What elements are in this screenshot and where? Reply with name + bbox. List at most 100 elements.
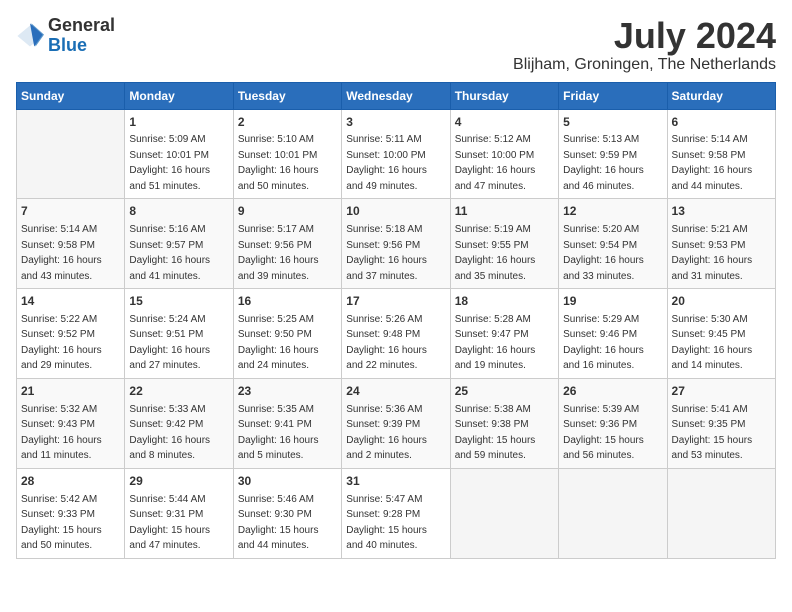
day-cell: 21Sunrise: 5:32 AMSunset: 9:43 PMDayligh… [17, 378, 125, 468]
logo-blue: Blue [48, 35, 87, 55]
logo-general: General [48, 15, 115, 35]
day-info: Sunrise: 5:44 AMSunset: 9:31 PMDaylight:… [129, 494, 210, 552]
week-row-3: 14Sunrise: 5:22 AMSunset: 9:52 PMDayligh… [17, 289, 776, 379]
day-info: Sunrise: 5:46 AMSunset: 9:30 PMDaylight:… [238, 494, 319, 552]
day-number: 3 [346, 114, 445, 131]
day-info: Sunrise: 5:19 AMSunset: 9:55 PMDaylight:… [455, 224, 536, 282]
day-cell: 3 Sunrise: 5:11 AMSunset: 10:00 PMDayligh… [342, 109, 450, 199]
day-cell: 29 Sunrise: 5:44 AMSunset: 9:31 PMDayligh… [125, 468, 233, 558]
day-info: Sunrise: 5:21 AMSunset: 9:53 PMDaylight:… [672, 224, 753, 282]
day-number: 23 [238, 383, 337, 400]
day-cell: 27 Sunrise: 5:41 AMSunset: 9:35 PMDayligh… [667, 378, 775, 468]
day-number: 27 [672, 383, 771, 400]
day-cell: 6 Sunrise: 5:14 AMSunset: 9:58 PMDaylight… [667, 109, 775, 199]
day-info: Sunrise: 5:16 AMSunset: 9:57 PMDaylight:… [129, 224, 210, 282]
calendar-table: SundayMondayTuesdayWednesdayThursdayFrid… [16, 82, 776, 559]
day-info: Sunrise: 5:13 AMSunset: 9:59 PMDaylight:… [563, 134, 644, 192]
logo: General Blue [16, 16, 115, 56]
header-day-friday: Friday [559, 82, 667, 109]
day-number: 30 [238, 473, 337, 490]
day-number: 26 [563, 383, 662, 400]
header-day-saturday: Saturday [667, 82, 775, 109]
day-info: Sunrise: 5:36 AMSunset: 9:39 PMDaylight:… [346, 404, 427, 462]
header-row: SundayMondayTuesdayWednesdayThursdayFrid… [17, 82, 776, 109]
day-cell: 23 Sunrise: 5:35 AMSunset: 9:41 PMDayligh… [233, 378, 341, 468]
day-info: Sunrise: 5:30 AMSunset: 9:45 PMDaylight:… [672, 314, 753, 372]
day-info: Sunrise: 5:35 AMSunset: 9:41 PMDaylight:… [238, 404, 319, 462]
day-info: Sunrise: 5:42 AMSunset: 9:33 PMDaylight:… [21, 494, 102, 552]
day-info: Sunrise: 5:47 AMSunset: 9:28 PMDaylight:… [346, 494, 427, 552]
location-title: Blijham, Groningen, The Netherlands [513, 56, 776, 74]
day-cell: 11 Sunrise: 5:19 AMSunset: 9:55 PMDayligh… [450, 199, 558, 289]
day-cell: 20 Sunrise: 5:30 AMSunset: 9:45 PMDayligh… [667, 289, 775, 379]
day-number: 6 [672, 114, 771, 131]
day-cell: 4Sunrise: 5:12 AMSunset: 10:00 PMDayligh… [450, 109, 558, 199]
header-day-tuesday: Tuesday [233, 82, 341, 109]
day-number: 5 [563, 114, 662, 131]
day-number: 12 [563, 203, 662, 220]
day-info: Sunrise: 5:41 AMSunset: 9:35 PMDaylight:… [672, 404, 753, 462]
day-cell: 25 Sunrise: 5:38 AMSunset: 9:38 PMDayligh… [450, 378, 558, 468]
day-number: 11 [455, 203, 554, 220]
header-day-monday: Monday [125, 82, 233, 109]
day-number: 13 [672, 203, 771, 220]
day-number: 2 [238, 114, 337, 131]
day-info: Sunrise: 5:32 AMSunset: 9:43 PMDaylight:… [21, 404, 102, 462]
day-cell: 8 Sunrise: 5:16 AMSunset: 9:57 PMDaylight… [125, 199, 233, 289]
month-title: July 2024 [513, 16, 776, 56]
day-info: Sunrise: 5:28 AMSunset: 9:47 PMDaylight:… [455, 314, 536, 372]
week-row-5: 28Sunrise: 5:42 AMSunset: 9:33 PMDayligh… [17, 468, 776, 558]
day-cell: 26 Sunrise: 5:39 AMSunset: 9:36 PMDayligh… [559, 378, 667, 468]
day-cell: 28Sunrise: 5:42 AMSunset: 9:33 PMDayligh… [17, 468, 125, 558]
logo-text-group: General Blue [48, 16, 115, 56]
day-info: Sunrise: 5:10 AMSunset: 10:01 PMDaylight… [238, 134, 319, 192]
day-cell: 17 Sunrise: 5:26 AMSunset: 9:48 PMDayligh… [342, 289, 450, 379]
day-cell: 7 Sunrise: 5:14 AMSunset: 9:58 PMDaylight… [17, 199, 125, 289]
day-number: 20 [672, 293, 771, 310]
day-number: 31 [346, 473, 445, 490]
day-info: Sunrise: 5:14 AMSunset: 9:58 PMDaylight:… [672, 134, 753, 192]
day-cell [559, 468, 667, 558]
header-day-thursday: Thursday [450, 82, 558, 109]
day-info: Sunrise: 5:38 AMSunset: 9:38 PMDaylight:… [455, 404, 536, 462]
day-info: Sunrise: 5:25 AMSunset: 9:50 PMDaylight:… [238, 314, 319, 372]
header-day-wednesday: Wednesday [342, 82, 450, 109]
day-cell: 18 Sunrise: 5:28 AMSunset: 9:47 PMDayligh… [450, 289, 558, 379]
day-number: 22 [129, 383, 228, 400]
day-number: 16 [238, 293, 337, 310]
day-cell: 13 Sunrise: 5:21 AMSunset: 9:53 PMDayligh… [667, 199, 775, 289]
day-number: 7 [21, 203, 120, 220]
day-cell: 19Sunrise: 5:29 AMSunset: 9:46 PMDayligh… [559, 289, 667, 379]
day-cell [667, 468, 775, 558]
day-info: Sunrise: 5:14 AMSunset: 9:58 PMDaylight:… [21, 224, 102, 282]
week-row-1: 1Sunrise: 5:09 AMSunset: 10:01 PMDayligh… [17, 109, 776, 199]
day-info: Sunrise: 5:20 AMSunset: 9:54 PMDaylight:… [563, 224, 644, 282]
day-number: 19 [563, 293, 662, 310]
day-cell: 22Sunrise: 5:33 AMSunset: 9:42 PMDayligh… [125, 378, 233, 468]
day-number: 1 [129, 114, 228, 131]
logo-icon [16, 22, 44, 50]
day-cell: 24Sunrise: 5:36 AMSunset: 9:39 PMDayligh… [342, 378, 450, 468]
day-number: 18 [455, 293, 554, 310]
day-number: 25 [455, 383, 554, 400]
day-cell: 15Sunrise: 5:24 AMSunset: 9:51 PMDayligh… [125, 289, 233, 379]
day-number: 29 [129, 473, 228, 490]
day-cell: 31 Sunrise: 5:47 AMSunset: 9:28 PMDayligh… [342, 468, 450, 558]
day-number: 15 [129, 293, 228, 310]
day-number: 17 [346, 293, 445, 310]
day-info: Sunrise: 5:17 AMSunset: 9:56 PMDaylight:… [238, 224, 319, 282]
calendar-header: SundayMondayTuesdayWednesdayThursdayFrid… [17, 82, 776, 109]
day-cell: 9Sunrise: 5:17 AMSunset: 9:56 PMDaylight… [233, 199, 341, 289]
day-info: Sunrise: 5:39 AMSunset: 9:36 PMDaylight:… [563, 404, 644, 462]
header-day-sunday: Sunday [17, 82, 125, 109]
day-info: Sunrise: 5:26 AMSunset: 9:48 PMDaylight:… [346, 314, 427, 372]
day-cell: 12 Sunrise: 5:20 AMSunset: 9:54 PMDayligh… [559, 199, 667, 289]
day-cell: 10Sunrise: 5:18 AMSunset: 9:56 PMDayligh… [342, 199, 450, 289]
day-number: 14 [21, 293, 120, 310]
calendar-body: 1Sunrise: 5:09 AMSunset: 10:01 PMDayligh… [17, 109, 776, 558]
day-info: Sunrise: 5:11 AMSunset: 10:00 PMDaylight… [346, 134, 427, 192]
title-area: July 2024 Blijham, Groningen, The Nether… [513, 16, 776, 74]
day-cell: 30 Sunrise: 5:46 AMSunset: 9:30 PMDayligh… [233, 468, 341, 558]
day-number: 8 [129, 203, 228, 220]
day-cell [450, 468, 558, 558]
